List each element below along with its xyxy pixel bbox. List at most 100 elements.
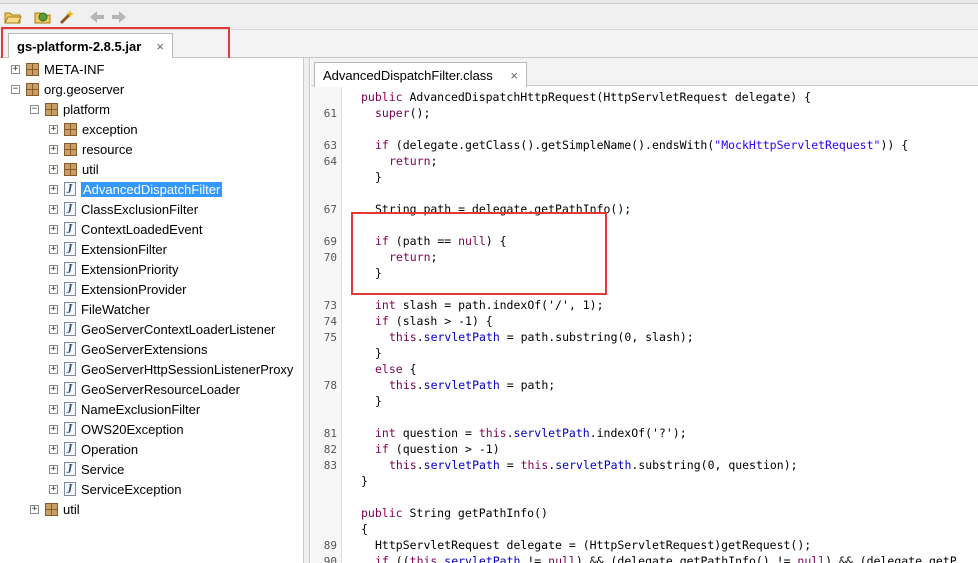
expand-icon[interactable]: + bbox=[49, 364, 58, 374]
class-file-icon: J bbox=[64, 242, 76, 256]
expand-icon[interactable]: + bbox=[49, 384, 58, 394]
close-icon[interactable]: × bbox=[156, 39, 164, 54]
code-token: if bbox=[375, 554, 396, 563]
code-token: != bbox=[520, 554, 549, 563]
tree-class-item[interactable]: + J ExtensionPriority bbox=[49, 260, 179, 278]
code-token: { bbox=[361, 522, 368, 536]
tree-class-item[interactable]: + J ExtensionFilter bbox=[49, 240, 167, 258]
open-type-icon[interactable] bbox=[34, 8, 52, 26]
tree-class-item[interactable]: + J ExtensionProvider bbox=[49, 280, 187, 298]
code-line: public String getPathInfo() bbox=[361, 506, 548, 520]
tree-class-item[interactable]: + J GeoServerContextLoaderListener bbox=[49, 320, 275, 338]
line-number: 63 bbox=[323, 139, 337, 152]
expand-icon[interactable]: + bbox=[49, 304, 58, 314]
tree-package-item[interactable]: + resource bbox=[49, 140, 133, 158]
tree-package-item[interactable]: + exception bbox=[49, 120, 138, 138]
package-icon bbox=[26, 62, 39, 76]
tree-item-label: GeoServerResourceLoader bbox=[81, 381, 240, 397]
tree-class-item[interactable]: + J OWS20Exception bbox=[49, 420, 184, 438]
wand-icon[interactable] bbox=[58, 8, 76, 26]
expand-icon[interactable]: + bbox=[11, 64, 20, 74]
line-number: 89 bbox=[323, 539, 337, 552]
tree-item-label: GeoServerHttpSessionListenerProxy bbox=[81, 361, 294, 377]
tree-class-item[interactable]: + J FileWatcher bbox=[49, 300, 150, 318]
code-token: } bbox=[375, 394, 382, 408]
tree-class-item[interactable]: + J ClassExclusionFilter bbox=[49, 200, 198, 218]
tree-class-item[interactable]: + J AdvancedDispatchFilter bbox=[49, 180, 223, 198]
jar-tab-title: gs-platform-2.8.5.jar bbox=[17, 39, 142, 54]
package-icon bbox=[45, 102, 58, 116]
package-tree[interactable]: + META-INF − org.geoserver − platform + excepti… bbox=[0, 58, 304, 563]
expand-icon[interactable]: + bbox=[49, 404, 58, 414]
code-token: = bbox=[499, 458, 521, 472]
code-token: } bbox=[361, 474, 368, 488]
editor-tab[interactable]: AdvancedDispatchFilter.class × bbox=[314, 62, 527, 87]
code-line: this.servletPath = path.substring(0, sla… bbox=[389, 330, 694, 344]
expand-icon[interactable]: + bbox=[49, 284, 58, 294]
open-folder-icon[interactable] bbox=[4, 8, 22, 26]
package-icon bbox=[64, 142, 77, 156]
code-token: if bbox=[375, 314, 396, 328]
code-token: if bbox=[375, 234, 396, 248]
code-token: null bbox=[797, 554, 826, 563]
tree-package-item[interactable]: + util bbox=[30, 500, 80, 518]
expand-icon[interactable]: + bbox=[49, 164, 58, 174]
class-file-icon: J bbox=[64, 482, 76, 496]
class-file-icon: J bbox=[64, 462, 76, 476]
forward-arrow-icon[interactable] bbox=[110, 8, 128, 26]
expand-icon[interactable]: + bbox=[49, 264, 58, 274]
code-line: else { bbox=[375, 362, 417, 376]
expand-icon[interactable]: + bbox=[49, 144, 58, 154]
code-line: if (delegate.getClass().getSimpleName().… bbox=[375, 138, 908, 152]
tree-class-item[interactable]: + J GeoServerResourceLoader bbox=[49, 380, 240, 398]
expand-icon[interactable]: + bbox=[49, 484, 58, 494]
tree-class-item[interactable]: + J ServiceException bbox=[49, 480, 181, 498]
collapse-icon[interactable]: − bbox=[30, 104, 39, 114]
close-icon[interactable]: × bbox=[510, 68, 518, 83]
expand-icon[interactable]: + bbox=[49, 184, 58, 194]
back-arrow-icon[interactable] bbox=[88, 8, 106, 26]
tree-class-item[interactable]: + J NameExclusionFilter bbox=[49, 400, 200, 418]
tree-class-item[interactable]: + J ContextLoadedEvent bbox=[49, 220, 202, 238]
tree-package-item[interactable]: − platform bbox=[30, 100, 110, 118]
code-token: servletPath bbox=[513, 426, 590, 440]
code-token: String getPathInfo() bbox=[409, 506, 548, 520]
code-token: int bbox=[375, 426, 403, 440]
code-token: } bbox=[375, 170, 382, 184]
expand-icon[interactable]: + bbox=[49, 344, 58, 354]
expand-icon[interactable]: + bbox=[49, 224, 58, 234]
line-number: 61 bbox=[323, 107, 337, 120]
editor-tab-title: AdvancedDispatchFilter.class bbox=[323, 67, 493, 83]
tree-package-item[interactable]: − org.geoserver bbox=[11, 80, 124, 98]
expand-icon[interactable]: + bbox=[49, 204, 58, 214]
expand-icon[interactable]: + bbox=[30, 504, 39, 514]
tree-package-item[interactable]: + util bbox=[49, 160, 99, 178]
code-token: . bbox=[416, 330, 424, 344]
tree-class-item[interactable]: + J Service bbox=[49, 460, 124, 478]
tree-package-item[interactable]: + META-INF bbox=[11, 60, 104, 78]
code-token: } bbox=[375, 266, 382, 280]
collapse-icon[interactable]: − bbox=[11, 84, 20, 94]
code-token: if bbox=[375, 442, 396, 456]
jar-tab[interactable]: gs-platform-2.8.5.jar × bbox=[8, 33, 173, 59]
class-file-icon: J bbox=[64, 382, 76, 396]
code-token: int bbox=[375, 298, 403, 312]
expand-icon[interactable]: + bbox=[49, 324, 58, 334]
code-token: if bbox=[375, 138, 396, 152]
line-number: 73 bbox=[323, 299, 337, 312]
tree-class-item[interactable]: + J GeoServerExtensions bbox=[49, 340, 207, 358]
code-token: ; bbox=[430, 154, 438, 168]
expand-icon[interactable]: + bbox=[49, 124, 58, 134]
expand-icon[interactable]: + bbox=[49, 424, 58, 434]
code-token: return bbox=[389, 154, 431, 168]
line-number: 82 bbox=[323, 443, 337, 456]
code-token: ) && (delegate.getP bbox=[825, 554, 957, 563]
tree-class-item[interactable]: + J Operation bbox=[49, 440, 138, 458]
tree-class-item[interactable]: + J GeoServerHttpSessionListenerProxy bbox=[49, 360, 293, 378]
tree-item-label: exception bbox=[82, 121, 138, 137]
pane-splitter[interactable] bbox=[304, 58, 310, 563]
expand-icon[interactable]: + bbox=[49, 244, 58, 254]
code-token: String path = delegate.getPathInfo(); bbox=[375, 202, 632, 216]
expand-icon[interactable]: + bbox=[49, 464, 58, 474]
expand-icon[interactable]: + bbox=[49, 444, 58, 454]
